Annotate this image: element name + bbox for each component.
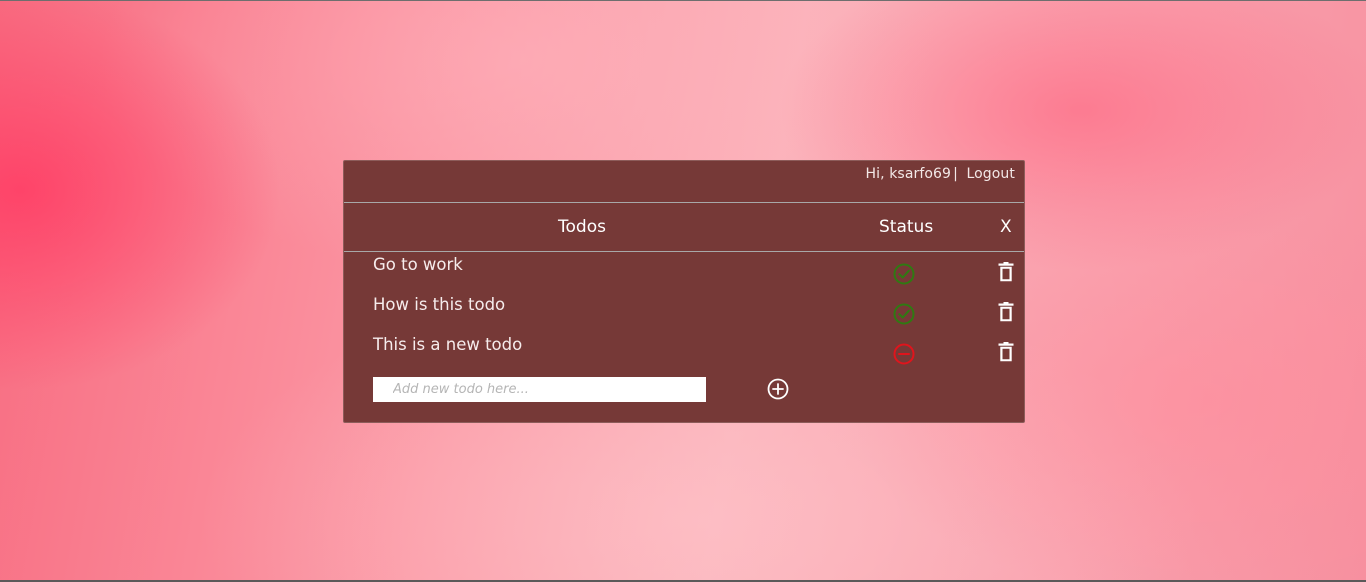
table-header: Todos Status X — [344, 202, 1024, 252]
todo-text: Go to work — [373, 255, 463, 274]
new-todo-input[interactable] — [373, 377, 706, 402]
trash-icon[interactable] — [998, 262, 1014, 282]
user-greeting: Hi, ksarfo69 — [865, 166, 952, 182]
todo-row: This is a new todo — [344, 332, 1024, 372]
plus-circle-icon[interactable] — [767, 378, 789, 400]
todo-text: This is a new todo — [373, 335, 523, 354]
user-bar-separator: | — [953, 166, 958, 182]
trash-icon[interactable] — [998, 302, 1014, 322]
logout-link[interactable]: Logout — [966, 166, 1015, 182]
window-top-border — [0, 0, 1366, 1]
status-column-header: Status — [879, 217, 934, 237]
todo-row: Go to work — [344, 252, 1024, 292]
check-circle-icon[interactable] — [893, 303, 915, 325]
trash-icon[interactable] — [998, 342, 1014, 362]
check-circle-icon[interactable] — [893, 263, 915, 285]
todos-column-header: Todos — [558, 217, 606, 237]
todo-row: How is this todo — [344, 292, 1024, 332]
user-bar: Hi, ksarfo69 | Logout — [866, 166, 1016, 182]
todo-panel: Hi, ksarfo69 | Logout Todos Status X Go t… — [343, 160, 1025, 423]
todo-text: How is this todo — [373, 295, 506, 314]
minus-circle-icon[interactable] — [893, 343, 915, 365]
close-button[interactable]: X — [1000, 217, 1012, 237]
